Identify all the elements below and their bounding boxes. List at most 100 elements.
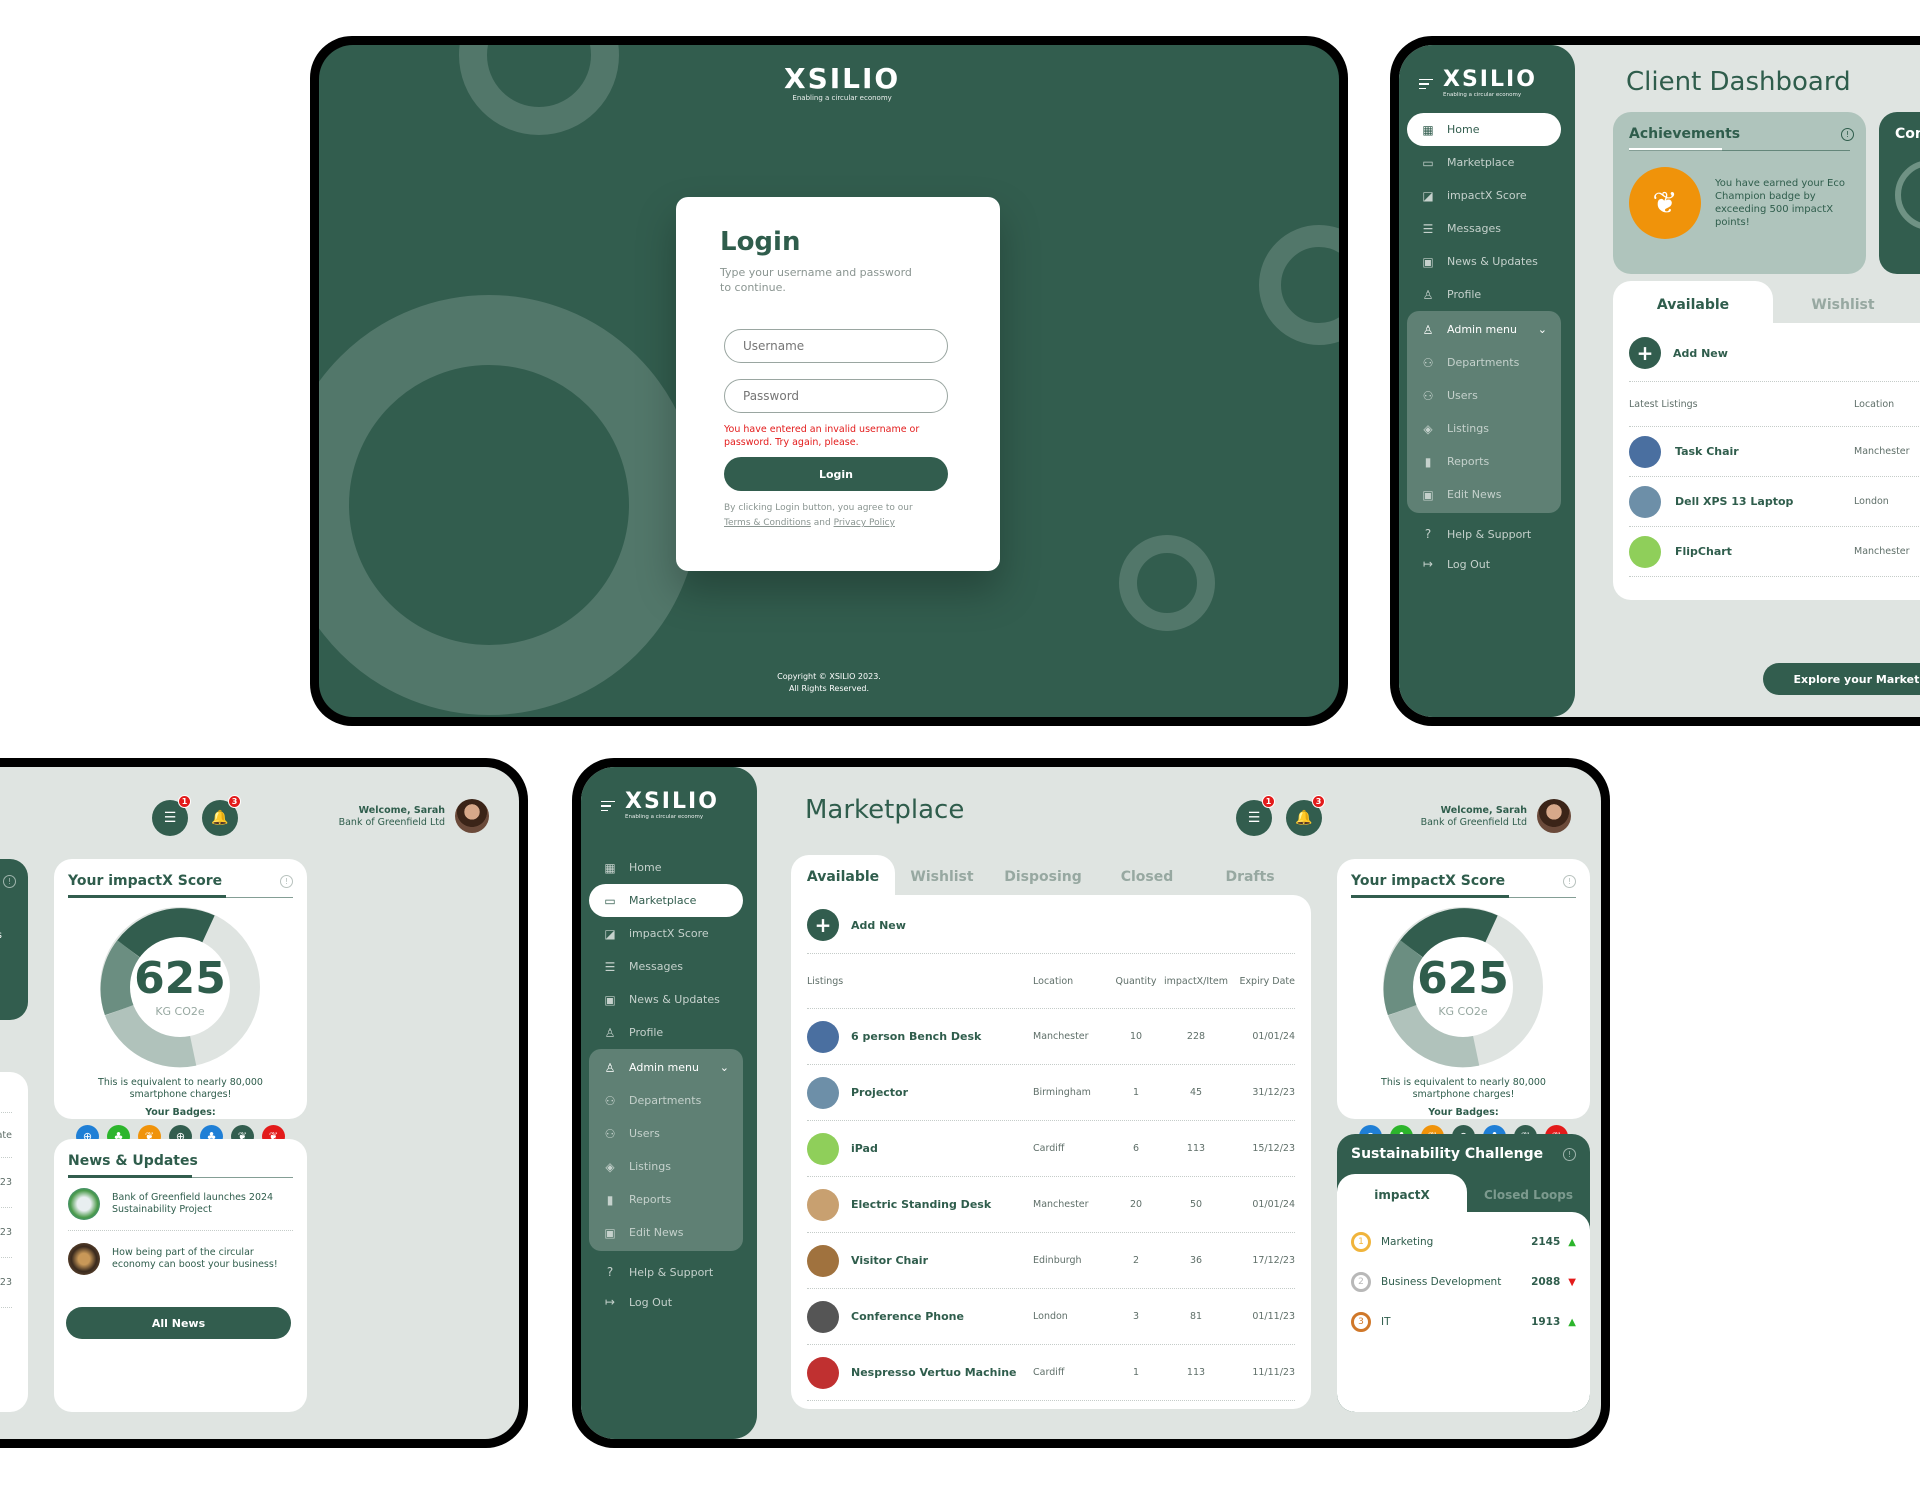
bell-icon: 🔔	[211, 810, 229, 826]
impactx-score-gauge: 625 KG CO2e	[1381, 905, 1545, 1069]
table-row[interactable]: Electric Standing Desk Manchester 20 50 01/0…	[807, 1177, 1295, 1233]
score-unit: KG CO2e	[155, 1005, 205, 1018]
tab-wishlist[interactable]: Wishlist	[895, 855, 989, 895]
info-icon[interactable]: !	[1563, 875, 1576, 888]
sidebar-item-home[interactable]: ▦ Home	[589, 851, 743, 884]
item-quantity: 1	[1132, 1367, 1140, 1378]
admin-menu-toggle[interactable]: ♙ Admin menu ⌄	[589, 1051, 743, 1084]
info-icon[interactable]: !	[280, 875, 293, 888]
bg-decoration	[1259, 225, 1339, 345]
users-icon: ⚇	[604, 1093, 616, 1108]
copyright: Copyright © XSILIO 2023. All Rights Rese…	[777, 672, 881, 693]
menu-icon[interactable]	[601, 800, 615, 811]
news-item[interactable]: How being part of the circular economy c…	[68, 1231, 293, 1287]
sidebar-item-profile[interactable]: ♙ Profile	[589, 1016, 743, 1049]
sidebar-item-impactx-score[interactable]: ◪ impactX Score	[589, 917, 743, 950]
terms-link[interactable]: Terms & Conditions	[724, 518, 811, 528]
sidebar-item-reports[interactable]: ▮ Reports	[589, 1183, 743, 1216]
tab-impactx[interactable]: impactX	[1337, 1174, 1467, 1212]
leaderboard-row[interactable]: 2 Business Development 2088 ▼	[1351, 1262, 1576, 1302]
table-row[interactable]: Dell XPS 13 Laptop London	[1629, 477, 1920, 527]
sidebar-item-edit-news[interactable]: ▣ Edit News	[1407, 478, 1561, 511]
sidebar-item-home[interactable]: ▦ Home	[1407, 113, 1561, 146]
sidebar-item-news[interactable]: ▣ News & Updates	[589, 983, 743, 1016]
leaderboard-row[interactable]: 3 IT 1913 ▲	[1351, 1302, 1576, 1342]
sidebar-item-departments[interactable]: ⚇ Departments	[1407, 346, 1561, 379]
sidebar-item-profile[interactable]: ♙ Profile	[1407, 278, 1561, 311]
add-new-button[interactable]: + Add New	[1629, 337, 1920, 369]
sidebar-item-logout[interactable]: ↦ Log Out	[589, 1287, 743, 1317]
sidebar-item-logout[interactable]: ↦ Log Out	[1407, 549, 1561, 579]
item-quantity: 6	[1132, 1143, 1140, 1154]
leaderboard-row[interactable]: 1 Marketing 2145 ▲	[1351, 1222, 1576, 1262]
table-row[interactable]: 432207/10/23	[0, 1208, 12, 1258]
sidebar-item-users[interactable]: ⚇ Users	[589, 1117, 743, 1150]
challenge-leaderboard: 1 Marketing 2145 ▲ 2 Business Development 2088…	[1337, 1212, 1590, 1412]
table-row[interactable]: 267231/10/23	[0, 1158, 12, 1208]
table-row[interactable]: Task Chair Manchester	[1629, 427, 1920, 477]
table-row[interactable]: Nespresso Vertuo Machine Cardiff 1 113 11/11…	[807, 1345, 1295, 1401]
menu-icon[interactable]	[1419, 78, 1433, 89]
tab-closed-loops[interactable]: Closed Loops	[1467, 1174, 1590, 1212]
tab-drafts[interactable]: Drafts	[1197, 855, 1303, 895]
info-icon[interactable]: !	[1563, 1148, 1576, 1161]
admin-menu-toggle[interactable]: ♙ Admin menu ⌄	[1407, 313, 1561, 346]
sidebar-item-impactx-score[interactable]: ◪ impactX Score	[1407, 179, 1561, 212]
tab-wishlist[interactable]: Wishlist	[1773, 281, 1913, 323]
tab-disposing[interactable]: Disposing	[989, 855, 1097, 895]
sidebar-item-edit-news[interactable]: ▣ Edit News	[589, 1216, 743, 1249]
sidebar-item-messages[interactable]: ☰ Messages	[589, 950, 743, 983]
sidebar: XSILIO Enabling a circular economy ▦ Home…	[581, 767, 757, 1439]
messages-button[interactable]: ☰ 1	[152, 795, 191, 836]
password-input[interactable]	[724, 379, 948, 413]
users-icon: ⚇	[1422, 388, 1434, 403]
add-new-button[interactable]: + Add New	[807, 909, 1295, 941]
sidebar-item-departments[interactable]: ⚇ Departments	[589, 1084, 743, 1117]
listings-table: 267231/10/23432207/10/2311419/11/23	[0, 1158, 12, 1308]
department-name: Business Development	[1381, 1276, 1502, 1288]
sidebar-nav: ▦ Home ▭ Marketplace ◪ impactX Score ☰ Messa…	[589, 851, 743, 1317]
item-name: 6 person Bench Desk	[851, 1030, 982, 1043]
item-impact: 228	[1186, 1031, 1206, 1042]
table-row[interactable]: Conference Phone London 3 81 01/11/23	[807, 1289, 1295, 1345]
item-name: Dell XPS 13 Laptop	[1675, 495, 1794, 508]
table-row[interactable]: Visitor Chair Edinburgh 2 36 17/12/23	[807, 1233, 1295, 1289]
news-item[interactable]: Bank of Greenfield launches 2024 Sustain…	[68, 1178, 293, 1231]
sidebar-item-marketplace[interactable]: ▭ Marketplace	[1407, 146, 1561, 179]
table-row[interactable]: FlipChart Manchester	[1629, 527, 1920, 577]
tab-available[interactable]: Available	[791, 855, 895, 895]
tab-closed[interactable]: Closed	[1097, 855, 1197, 895]
login-button[interactable]: Login	[724, 457, 948, 491]
sidebar-item-help[interactable]: ? Help & Support	[589, 1257, 743, 1287]
sidebar-item-reports[interactable]: ▮ Reports	[1407, 445, 1561, 478]
explore-marketplace-button[interactable]: Explore your Marketplace	[1763, 663, 1920, 695]
tab-available[interactable]: Available	[1613, 281, 1773, 323]
username-input[interactable]	[724, 329, 948, 363]
info-icon[interactable]: !	[3, 875, 16, 888]
notifications-button[interactable]: 🔔 3	[202, 795, 241, 836]
score-value: 625	[134, 953, 226, 1004]
privacy-link[interactable]: Privacy Policy	[834, 518, 895, 528]
table-row[interactable]: Projector Birmingham 1 45 31/12/23	[807, 1065, 1295, 1121]
table-row[interactable]: iPad Cardiff 6 113 15/12/23	[807, 1121, 1295, 1177]
sidebar-item-listings[interactable]: ◈ Listings	[1407, 412, 1561, 445]
all-news-button[interactable]: All News	[66, 1307, 291, 1339]
sidebar-item-users[interactable]: ⚇ Users	[1407, 379, 1561, 412]
user-avatar[interactable]	[455, 799, 489, 833]
messages-button[interactable]: ☰ 1	[1236, 795, 1275, 836]
info-icon[interactable]: !	[1841, 128, 1854, 141]
item-thumbnail	[807, 1244, 839, 1277]
notifications-button[interactable]: 🔔 3	[1286, 795, 1325, 836]
sidebar-item-listings[interactable]: ◈ Listings	[589, 1150, 743, 1183]
listings-table: 6 person Bench Desk Manchester 10 228 01/01/…	[807, 1009, 1295, 1401]
user-avatar[interactable]	[1537, 799, 1571, 833]
table-row[interactable]: 6 person Bench Desk Manchester 10 228 01/01/…	[807, 1009, 1295, 1065]
sidebar-item-marketplace[interactable]: ▭ Marketplace	[589, 884, 743, 917]
sidebar-item-news[interactable]: ▣ News & Updates	[1407, 245, 1561, 278]
table-row[interactable]: 11419/11/23	[0, 1258, 12, 1308]
item-impact: 36	[1189, 1255, 1203, 1266]
item-name: Electric Standing Desk	[851, 1198, 992, 1211]
item-name: Nespresso Vertuo Machine	[851, 1366, 1017, 1379]
sidebar-item-messages[interactable]: ☰ Messages	[1407, 212, 1561, 245]
sidebar-item-help[interactable]: ? Help & Support	[1407, 519, 1561, 549]
